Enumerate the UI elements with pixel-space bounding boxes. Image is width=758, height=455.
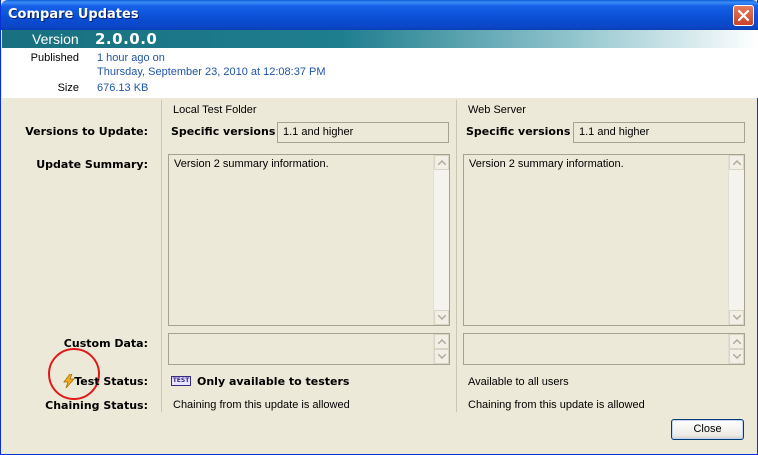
chevron-up-icon bbox=[438, 160, 446, 165]
chevron-down-icon bbox=[438, 315, 446, 320]
chevron-down-icon bbox=[733, 315, 741, 320]
right-summary-textarea[interactable]: Version 2 summary information. bbox=[463, 154, 745, 326]
version-value: 2.0.0.0 bbox=[95, 30, 158, 48]
scroll-down-button[interactable] bbox=[434, 310, 449, 325]
scroll-up-button[interactable] bbox=[729, 334, 744, 349]
left-summary-scrollbar[interactable] bbox=[433, 155, 449, 325]
size-label: Size bbox=[57, 82, 79, 94]
column-divider-left bbox=[161, 100, 162, 412]
left-chaining-status: Chaining from this update is allowed bbox=[173, 399, 350, 411]
published-relative: 1 hour ago on bbox=[97, 52, 165, 64]
close-button[interactable]: Close bbox=[671, 419, 744, 440]
left-custom-scrollbar[interactable] bbox=[433, 334, 449, 364]
versions-to-update-label: Versions to Update: bbox=[25, 125, 148, 138]
close-icon bbox=[738, 10, 749, 21]
scroll-up-button[interactable] bbox=[729, 155, 744, 170]
version-banner: Version 2.0.0.0 bbox=[2, 30, 758, 48]
left-custom-data-field[interactable] bbox=[168, 333, 450, 365]
scroll-down-button[interactable] bbox=[729, 349, 744, 364]
chevron-down-icon bbox=[438, 354, 446, 359]
scroll-up-button[interactable] bbox=[434, 155, 449, 170]
size-value: 676.13 KB bbox=[97, 82, 149, 94]
left-summary-textarea[interactable]: Version 2 summary information. bbox=[168, 154, 450, 326]
left-summary-text: Version 2 summary information. bbox=[174, 158, 329, 170]
test-status-label: Test Status: bbox=[74, 375, 148, 388]
window-close-button[interactable] bbox=[733, 5, 754, 26]
compare-updates-window: Compare Updates Version 2.0.0.0 Publishe… bbox=[0, 0, 758, 455]
version-label: Version bbox=[32, 31, 79, 47]
published-date: Thursday, September 23, 2010 at 12:08:37… bbox=[97, 66, 326, 78]
chevron-up-icon bbox=[438, 339, 446, 344]
right-custom-data-field[interactable] bbox=[463, 333, 745, 365]
right-summary-scrollbar[interactable] bbox=[728, 155, 744, 325]
scroll-down-button[interactable] bbox=[434, 349, 449, 364]
column-divider-right bbox=[456, 100, 457, 412]
update-summary-label: Update Summary: bbox=[36, 158, 148, 171]
right-custom-scrollbar[interactable] bbox=[728, 334, 744, 364]
right-column-header: Web Server bbox=[468, 104, 526, 116]
title-bar[interactable]: Compare Updates bbox=[1, 0, 758, 30]
right-chaining-status: Chaining from this update is allowed bbox=[468, 399, 645, 411]
window-title: Compare Updates bbox=[8, 7, 139, 22]
scroll-up-button[interactable] bbox=[434, 334, 449, 349]
right-versions-field: 1.1 and higher bbox=[573, 122, 745, 143]
published-label: Published bbox=[30, 52, 79, 64]
right-test-status: Available to all users bbox=[468, 376, 569, 388]
left-test-status: Only available to testers bbox=[197, 375, 350, 388]
update-info-panel: Published 1 hour ago on Thursday, Septem… bbox=[2, 48, 758, 98]
right-summary-text: Version 2 summary information. bbox=[469, 158, 624, 170]
left-versions-mode: Specific versions bbox=[171, 125, 276, 138]
chaining-status-label: Chaining Status: bbox=[45, 399, 148, 412]
left-column-header: Local Test Folder bbox=[173, 104, 257, 116]
chevron-up-icon bbox=[733, 160, 741, 165]
right-versions-value: 1.1 and higher bbox=[579, 126, 650, 138]
scroll-down-button[interactable] bbox=[729, 310, 744, 325]
test-badge: TEST bbox=[171, 376, 191, 386]
right-versions-mode: Specific versions bbox=[466, 125, 571, 138]
left-versions-field: 1.1 and higher bbox=[277, 122, 449, 143]
chevron-down-icon bbox=[733, 354, 741, 359]
left-versions-value: 1.1 and higher bbox=[283, 126, 354, 138]
chevron-up-icon bbox=[733, 339, 741, 344]
